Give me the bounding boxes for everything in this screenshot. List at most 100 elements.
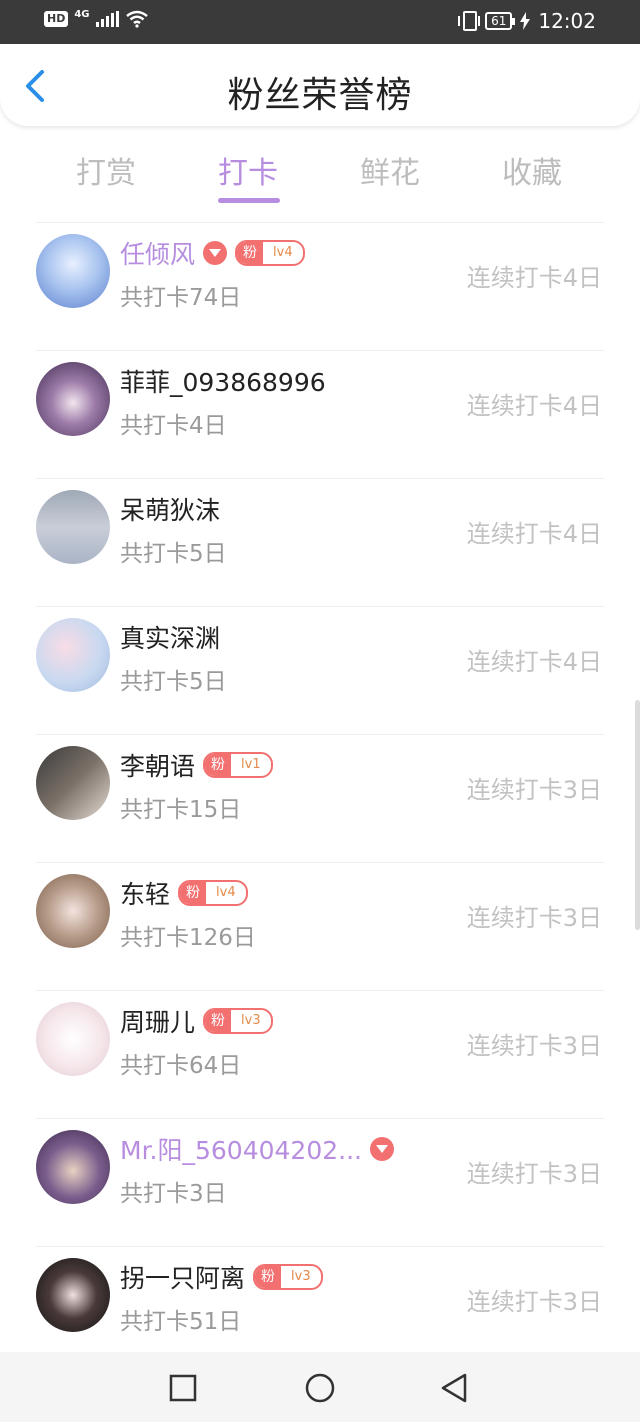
page-title: 粉丝荣誉榜 xyxy=(227,75,413,116)
fan-row[interactable]: 菲菲_093868996 共打卡4日 连续打卡4日 xyxy=(0,350,640,478)
fan-badge-prefix: 粉 xyxy=(237,242,264,264)
vibrate-icon xyxy=(458,11,481,31)
fan-level-badge: 粉 lv1 xyxy=(203,752,273,778)
avatar[interactable] xyxy=(36,1130,110,1204)
tab-daka[interactable]: 打卡 xyxy=(198,148,298,192)
fan-level: lv3 xyxy=(241,1013,261,1028)
fan-row[interactable]: 周珊儿粉 lv3 共打卡64日 连续打卡3日 xyxy=(0,990,640,1118)
name-line: 东轻粉 lv4 xyxy=(120,876,248,910)
fan-name: 菲菲_093868996 xyxy=(120,368,326,397)
total-checkins: 共打卡3日 xyxy=(120,1181,227,1207)
battery-icon: 61 xyxy=(485,12,516,30)
vip-gem-icon xyxy=(370,1137,394,1161)
app-header: 粉丝荣誉榜 xyxy=(0,44,640,126)
avatar[interactable] xyxy=(36,490,110,564)
system-nav-bar xyxy=(0,1352,640,1422)
row-divider xyxy=(36,606,604,607)
status-left: HD 4G xyxy=(44,8,149,28)
streak-checkins: 连续打卡4日 xyxy=(466,392,602,420)
tab-xianhua[interactable]: 鲜花 xyxy=(340,148,440,192)
fan-name: 周珊儿 xyxy=(120,1008,196,1037)
fan-level-badge: 粉 lv4 xyxy=(178,880,248,906)
fan-level: lv1 xyxy=(241,757,261,772)
wifi-icon xyxy=(125,10,148,28)
avatar[interactable] xyxy=(36,234,110,308)
row-divider xyxy=(36,1246,604,1247)
tab-dashang[interactable]: 打赏 xyxy=(56,148,156,192)
streak-checkins: 连续打卡3日 xyxy=(466,904,602,932)
streak-checkins: 连续打卡4日 xyxy=(466,520,602,548)
fan-row[interactable]: 呆萌狄沫共打卡5日 连续打卡4日 xyxy=(0,478,640,606)
fan-level-badge: 粉 lv3 xyxy=(203,1008,273,1034)
scrollbar[interactable] xyxy=(635,700,640,930)
signal-icon xyxy=(95,11,119,27)
streak-checkins: 连续打卡4日 xyxy=(466,264,602,292)
name-line: 呆萌狄沫 xyxy=(120,492,220,526)
total-checkins: 共打卡5日 xyxy=(120,669,227,695)
status-right: 61 12:02 xyxy=(458,9,596,33)
total-checkins: 共打卡15日 xyxy=(120,797,242,823)
streak-checkins: 连续打卡3日 xyxy=(466,1032,602,1060)
fan-name: Mr.阳_560404202... xyxy=(120,1136,362,1165)
total-checkins: 共打卡5日 xyxy=(120,541,227,567)
fan-name: 真实深渊 xyxy=(120,624,221,653)
fan-row[interactable]: 李朝语粉 lv1 共打卡15日 连续打卡3日 xyxy=(0,734,640,862)
tab-shoucang[interactable]: 收藏 xyxy=(482,148,582,192)
row-divider xyxy=(36,1118,604,1119)
fan-row[interactable]: 东轻粉 lv4 共打卡126日 连续打卡3日 xyxy=(0,862,640,990)
avatar[interactable] xyxy=(36,362,110,436)
streak-checkins: 连续打卡3日 xyxy=(466,776,602,804)
fan-badge-prefix: 粉 xyxy=(255,1266,282,1288)
fan-level: lv4 xyxy=(273,245,293,260)
streak-checkins: 连续打卡4日 xyxy=(466,648,602,676)
total-checkins: 共打卡4日 xyxy=(120,413,227,439)
name-line: 李朝语粉 lv1 xyxy=(120,748,273,782)
fan-row[interactable]: 任倾风 粉 lv4 共打卡74日 连续打卡4日 xyxy=(0,222,640,350)
name-line: 真实深渊 xyxy=(120,620,220,654)
avatar[interactable] xyxy=(36,1258,110,1332)
network-type: 4G xyxy=(74,8,90,20)
fan-badge-prefix: 粉 xyxy=(205,754,232,776)
hd-indicator: HD xyxy=(44,11,69,27)
fan-level-badge: 粉 lv3 xyxy=(253,1264,323,1290)
fan-name: 任倾风 xyxy=(120,240,196,269)
total-checkins: 共打卡51日 xyxy=(120,1309,242,1335)
active-tab-indicator xyxy=(218,198,280,203)
name-line: 菲菲_093868996 xyxy=(120,364,326,398)
name-line: 任倾风 粉 lv4 xyxy=(120,236,305,270)
clock: 12:02 xyxy=(538,9,596,33)
avatar[interactable] xyxy=(36,874,110,948)
name-line: Mr.阳_560404202... xyxy=(120,1132,394,1166)
total-checkins: 共打卡126日 xyxy=(120,925,256,951)
name-line: 拐一只阿离粉 lv3 xyxy=(120,1260,323,1294)
row-divider xyxy=(36,350,604,351)
fan-name: 李朝语 xyxy=(120,752,196,781)
fan-level-badge: 粉 lv4 xyxy=(235,240,305,266)
back-triangle-icon[interactable] xyxy=(437,1370,473,1406)
avatar[interactable] xyxy=(36,1002,110,1076)
status-bar: HD 4G 61 12:02 xyxy=(0,0,640,44)
fan-row[interactable]: Mr.阳_560404202... 共打卡3日 连续打卡3日 xyxy=(0,1118,640,1246)
fan-name: 呆萌狄沫 xyxy=(120,496,221,525)
avatar[interactable] xyxy=(36,746,110,820)
fan-name: 东轻 xyxy=(120,880,171,909)
streak-checkins: 连续打卡3日 xyxy=(466,1288,602,1316)
row-divider xyxy=(36,734,604,735)
fan-level: lv3 xyxy=(291,1269,311,1284)
charging-icon xyxy=(520,12,531,30)
row-divider xyxy=(36,222,604,223)
streak-checkins: 连续打卡3日 xyxy=(466,1160,602,1188)
row-divider xyxy=(36,990,604,991)
fan-row[interactable]: 真实深渊共打卡5日 连续打卡4日 xyxy=(0,606,640,734)
row-divider xyxy=(36,478,604,479)
home-circle-icon[interactable] xyxy=(302,1370,338,1406)
avatar[interactable] xyxy=(36,618,110,692)
total-checkins: 共打卡64日 xyxy=(120,1053,242,1079)
total-checkins: 共打卡74日 xyxy=(120,285,242,311)
name-line: 周珊儿粉 lv3 xyxy=(120,1004,273,1038)
fan-name: 拐一只阿离 xyxy=(120,1264,246,1293)
fan-level: lv4 xyxy=(216,885,236,900)
recents-square-icon[interactable] xyxy=(165,1370,201,1406)
vip-gem-icon xyxy=(203,241,228,265)
fan-badge-prefix: 粉 xyxy=(180,882,207,904)
